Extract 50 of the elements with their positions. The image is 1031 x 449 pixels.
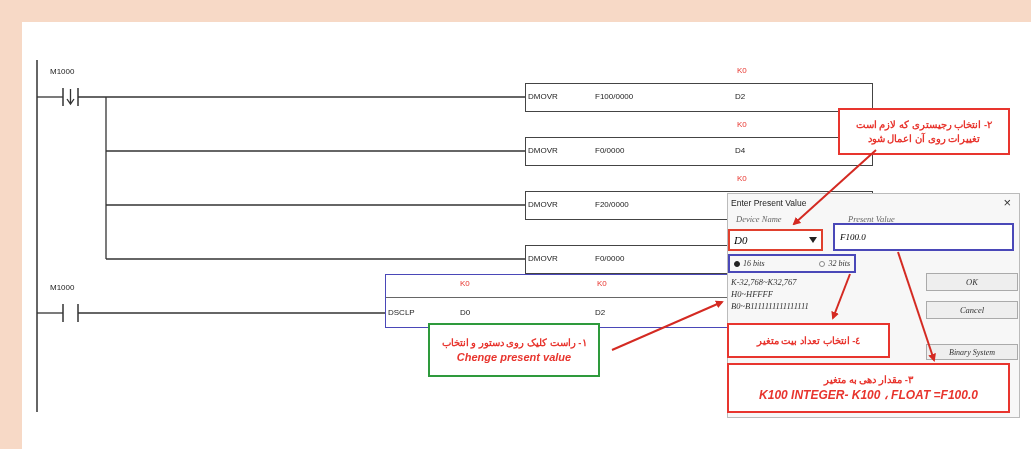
operand-label: F100/0000 (595, 91, 634, 103)
field-label: Device Name (736, 214, 782, 224)
range-text: K-32,768~K32,767 (731, 277, 798, 287)
radio-option[interactable]: 32 bits (819, 259, 850, 268)
range-text: B0~B1111111111111111 (731, 301, 809, 311)
operand-label: F0/0000 (595, 145, 625, 157)
callout-text: K100 INTEGER- K100 ، FLOAT =F100.0 (759, 388, 978, 402)
caret-icon (809, 237, 817, 243)
monitor-value: K0 (597, 278, 607, 290)
dialog-button[interactable]: OK (926, 273, 1018, 291)
close-button[interactable]: × (1003, 195, 1011, 210)
operand-label: D2 (595, 307, 606, 319)
rung-wire (36, 312, 64, 314)
instruction-mnemonic: DMOVR (528, 91, 558, 103)
instruction-mnemonic: DMOVR (528, 199, 558, 211)
operand-label: F0/0000 (595, 253, 625, 265)
callout-text: تغییرات روی آن اعمال شود (867, 133, 981, 144)
field-label: Present Value (848, 214, 895, 224)
callout-text: ٤- انتخاب تعداد بیت متغیر (756, 335, 861, 346)
callout-text: ۱- راست کلیک روی دستور و انتخاب (441, 337, 587, 348)
instruction-box[interactable] (525, 83, 873, 112)
operand-label: D4 (735, 145, 746, 157)
device-name-dropdown[interactable]: D0 (728, 229, 823, 251)
operand-label: D2 (735, 91, 746, 103)
monitor-value: K0 (737, 173, 747, 185)
contact-label: M1000 (50, 283, 75, 292)
monitor-value: K0 (737, 119, 747, 131)
radio-label: 16 bits (743, 259, 765, 268)
instruction-mnemonic: DMOVR (528, 253, 558, 265)
instruction-mnemonic: DSCLP (388, 307, 415, 319)
contact-icon (62, 87, 79, 107)
range-text: H0~HFFFF (731, 289, 774, 299)
radio-label: 32 bits (828, 259, 850, 268)
operand-label: F20/0000 (595, 199, 629, 211)
present-value-field[interactable]: F100.0 (833, 223, 1014, 251)
dialog-button[interactable]: Binary System (926, 344, 1018, 360)
callout-text: Chenge present value (456, 351, 572, 363)
monitor-value: K0 (460, 278, 470, 290)
monitor-value: K0 (737, 65, 747, 77)
radio-option[interactable]: 16 bits (734, 259, 765, 268)
arrow (831, 273, 851, 320)
operand-label: D0 (460, 307, 471, 319)
contact-icon (62, 303, 79, 323)
dialog-button[interactable]: Cancel (926, 301, 1018, 319)
contact-label: M1000 (50, 67, 75, 76)
dialog-title: Enter Present Value (731, 198, 807, 208)
instruction-mnemonic: DMOVR (528, 145, 558, 157)
callout-text: ۲- انتخاب رجیستری که لازم است (855, 119, 993, 130)
rung-wire (36, 96, 64, 98)
callout-text: ۳- مقدار دهی به متغیر (824, 374, 913, 385)
